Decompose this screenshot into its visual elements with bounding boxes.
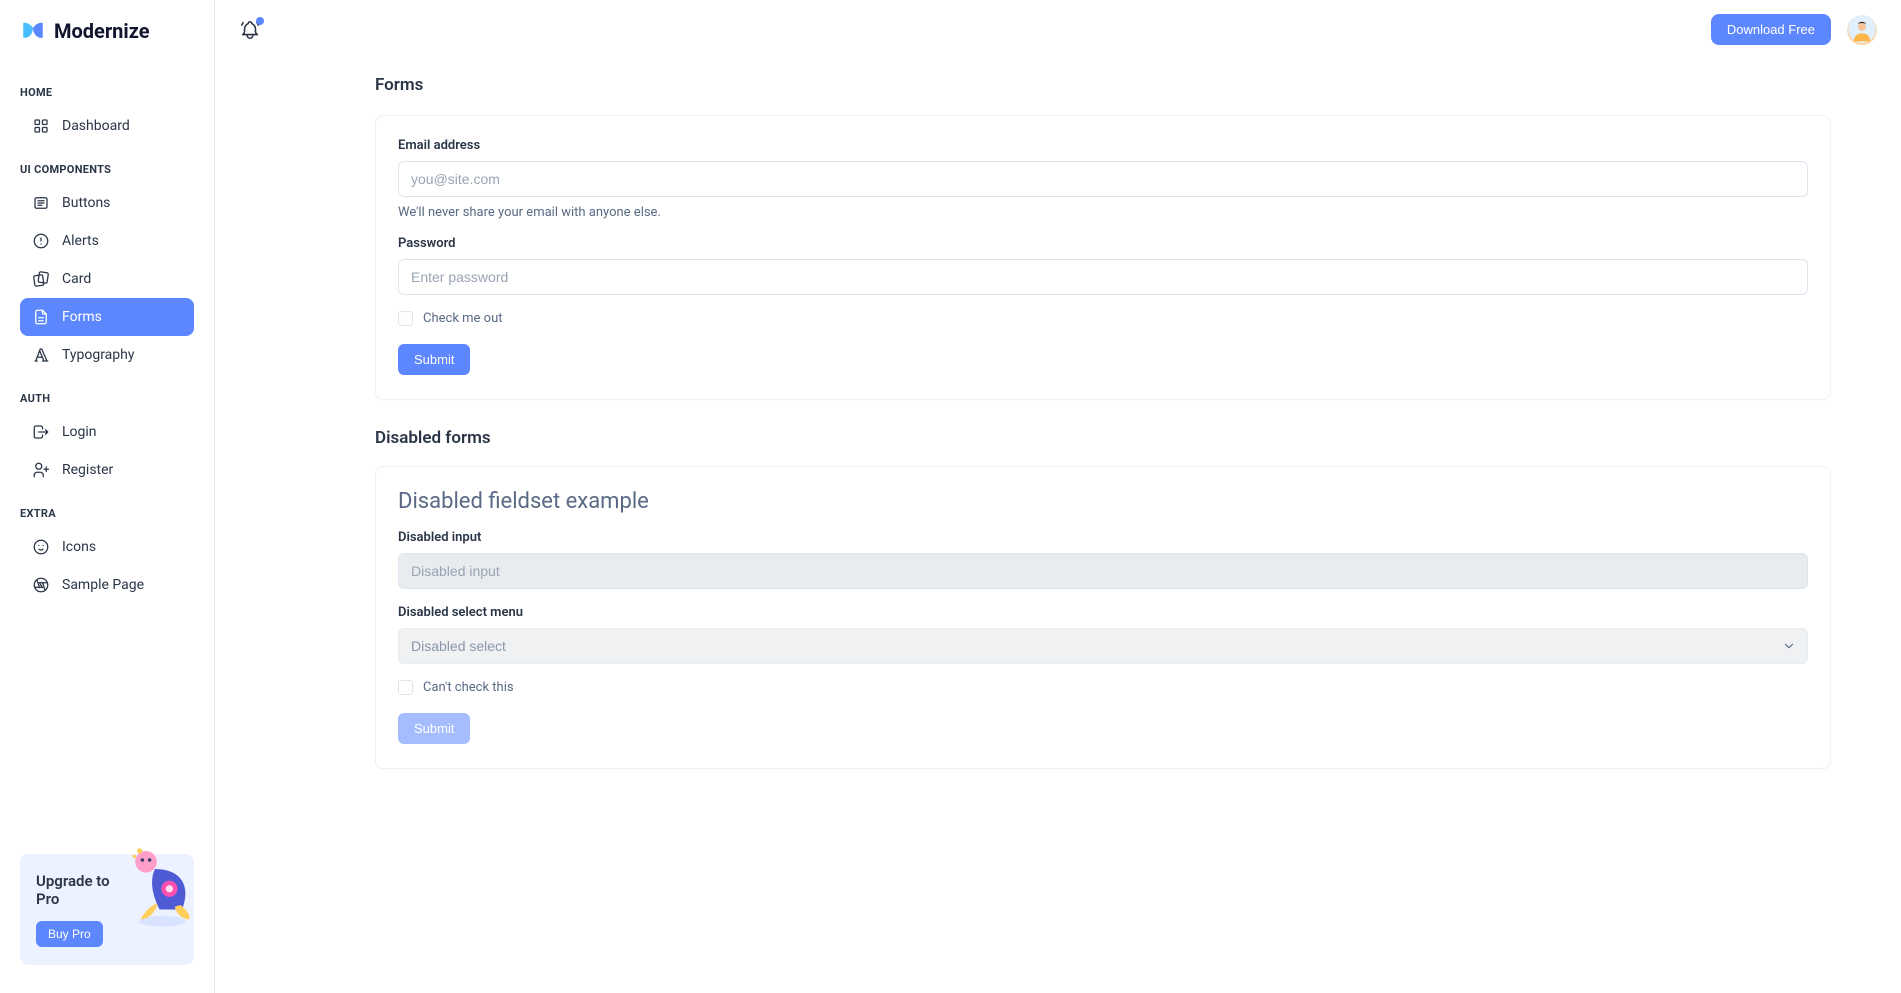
cards-icon (32, 270, 50, 288)
disabled-submit-button: Submit (398, 713, 470, 744)
brand-name: Modernize (54, 19, 150, 43)
sidebar-item-typography[interactable]: Typography (20, 336, 194, 374)
password-label: Password (398, 236, 1808, 251)
sidebar-item-label: Typography (62, 347, 134, 363)
disabled-input-label: Disabled input (398, 530, 1808, 545)
download-free-button[interactable]: Download Free (1711, 14, 1831, 45)
page-title-forms: Forms (375, 75, 1831, 95)
disabled-fieldset-legend: Disabled fieldset example (398, 489, 1808, 514)
layout-dashboard-icon (32, 117, 50, 135)
logo-icon (20, 18, 46, 44)
nav-section-ui: UI COMPONENTS (20, 163, 194, 176)
sidebar-item-label: Buttons (62, 195, 110, 211)
rocket-icon (110, 842, 200, 932)
mood-happy-icon (32, 538, 50, 556)
sidebar-item-label: Register (62, 462, 113, 478)
user-avatar-icon (1849, 17, 1875, 43)
disabled-forms-card: Disabled fieldset example Disabled input… (375, 466, 1831, 769)
password-input[interactable] (398, 259, 1808, 295)
sidebar-item-label: Icons (62, 539, 96, 555)
user-plus-icon (32, 461, 50, 479)
disabled-input (398, 553, 1808, 589)
topbar: Download Free (215, 0, 1901, 59)
sidebar: Modernize HOME Dashboard UI COMPONENTS B… (0, 0, 215, 993)
sidebar-item-label: Forms (62, 309, 102, 325)
alert-circle-icon (32, 232, 50, 250)
sidebar-item-label: Alerts (62, 233, 99, 249)
check-me-out-checkbox[interactable] (398, 311, 413, 326)
disabled-select: Disabled select (398, 628, 1808, 664)
avatar[interactable] (1847, 15, 1877, 45)
sidebar-item-label: Dashboard (62, 118, 130, 134)
buy-pro-button[interactable]: Buy Pro (36, 921, 103, 947)
disabled-checkbox-label: Can't check this (423, 680, 514, 695)
sidebar-item-alerts[interactable]: Alerts (20, 222, 194, 260)
sidebar-item-label: Sample Page (62, 577, 144, 593)
notification-dot-icon (256, 17, 264, 25)
nav-section-extra: EXTRA (20, 507, 194, 520)
disabled-checkbox (398, 680, 413, 695)
sidebar-item-register[interactable]: Register (20, 451, 194, 489)
sidebar-item-icons[interactable]: Icons (20, 528, 194, 566)
sidebar-item-label: Login (62, 424, 97, 440)
sidebar-item-login[interactable]: Login (20, 413, 194, 451)
aperture-icon (32, 576, 50, 594)
check-me-out-label[interactable]: Check me out (423, 311, 503, 326)
sidebar-item-buttons[interactable]: Buttons (20, 184, 194, 222)
forms-card: Email address We'll never share your ema… (375, 115, 1831, 400)
sidebar-item-forms[interactable]: Forms (20, 298, 194, 336)
notifications-button[interactable] (239, 19, 261, 41)
nav-section-auth: AUTH (20, 392, 194, 405)
sidebar-item-sample-page[interactable]: Sample Page (20, 566, 194, 604)
sidebar-item-dashboard[interactable]: Dashboard (20, 107, 194, 145)
brand[interactable]: Modernize (0, 18, 214, 62)
sidebar-item-label: Card (62, 271, 91, 287)
email-label: Email address (398, 138, 1808, 153)
disabled-select-label: Disabled select menu (398, 605, 1808, 620)
nav-section-home: HOME (20, 86, 194, 99)
typography-icon (32, 346, 50, 364)
article-icon (32, 194, 50, 212)
file-text-icon (32, 308, 50, 326)
upgrade-title: Upgrade to Pro (36, 872, 116, 910)
sidebar-item-card[interactable]: Card (20, 260, 194, 298)
email-input[interactable] (398, 161, 1808, 197)
page-title-disabled-forms: Disabled forms (375, 428, 1831, 448)
login-icon (32, 423, 50, 441)
submit-button[interactable]: Submit (398, 344, 470, 375)
upgrade-card: Upgrade to Pro Buy Pro (20, 854, 194, 966)
email-help-text: We'll never share your email with anyone… (398, 205, 1808, 220)
